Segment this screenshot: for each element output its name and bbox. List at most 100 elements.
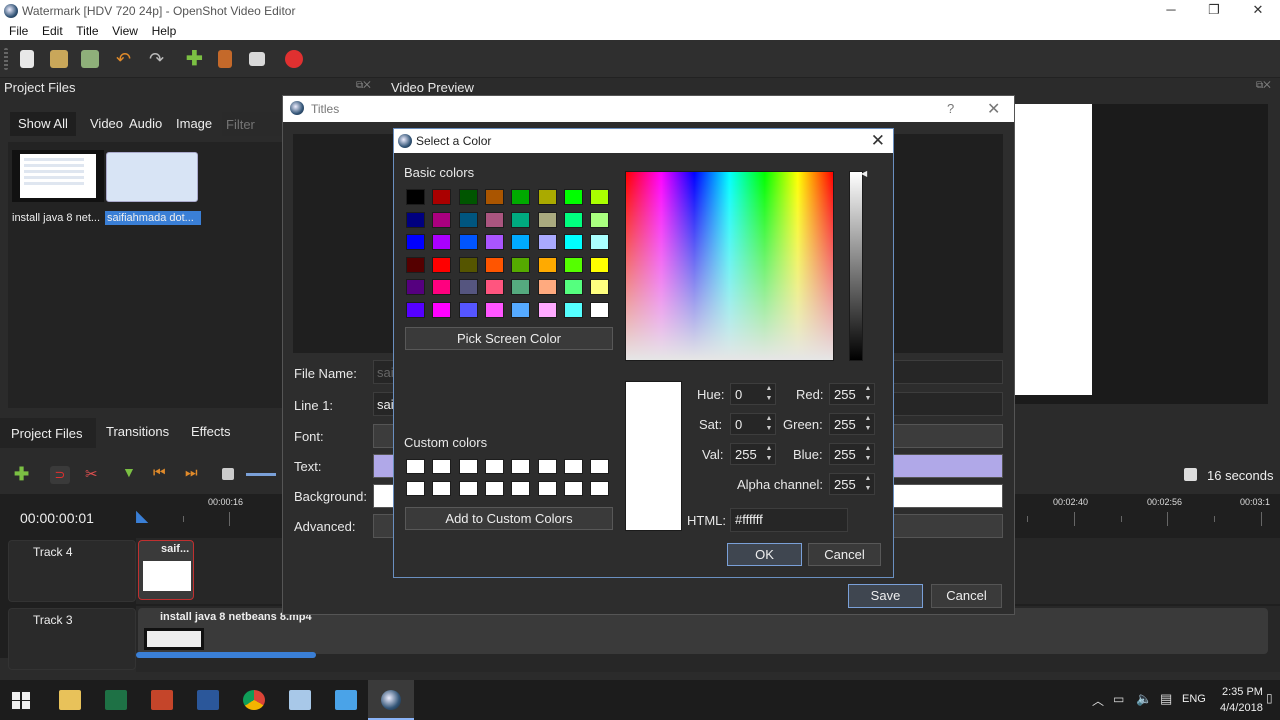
add-custom-colors-button[interactable]: Add to Custom Colors — [405, 507, 613, 530]
menu-file[interactable]: File — [0, 22, 33, 38]
basic-color-swatch[interactable] — [484, 302, 504, 318]
basic-color-swatch[interactable] — [432, 256, 452, 273]
basic-color-swatch[interactable] — [590, 302, 610, 318]
basic-color-swatch[interactable] — [406, 302, 425, 318]
basic-color-swatch[interactable] — [406, 189, 425, 205]
basic-color-swatch[interactable] — [458, 234, 478, 251]
basic-color-swatch[interactable] — [537, 234, 557, 251]
menu-title[interactable]: Title — [71, 22, 103, 38]
basic-color-swatch[interactable] — [511, 189, 531, 205]
filter-audio[interactable]: Audio — [121, 112, 170, 136]
track-header[interactable]: Track 4 — [8, 540, 136, 602]
volume-icon[interactable]: 🔈 — [1136, 691, 1152, 707]
excel-icon[interactable] — [105, 690, 127, 710]
basic-color-swatch[interactable] — [511, 234, 531, 251]
close-titles-button[interactable]: ✕ — [987, 99, 1000, 119]
basic-color-swatch[interactable] — [511, 302, 531, 318]
choose-profile-icon[interactable] — [218, 50, 232, 68]
notification-icon[interactable]: ▯ — [1266, 691, 1273, 705]
preview-float-icon[interactable]: ⧉✕ — [1256, 80, 1271, 91]
basic-color-swatch[interactable] — [590, 189, 610, 205]
blue-spinbox[interactable]: 255 ▲ ▼ — [829, 443, 875, 465]
red-spinbox[interactable]: 255 ▲ ▼ — [829, 383, 875, 405]
basic-color-swatch[interactable] — [484, 234, 504, 251]
basic-color-swatch[interactable] — [511, 211, 531, 228]
custom-color-swatch[interactable] — [511, 459, 531, 474]
custom-color-swatch[interactable] — [537, 481, 557, 496]
file-label-image[interactable]: saifiahmada dot... — [105, 211, 201, 225]
basic-color-swatch[interactable] — [432, 211, 452, 228]
panel-float-icon[interactable]: ⧉✕ — [356, 80, 371, 91]
custom-color-swatch[interactable] — [458, 481, 478, 496]
openshot-taskbar-button[interactable] — [368, 680, 414, 720]
filter-image[interactable]: Image — [168, 112, 220, 136]
filter-input[interactable] — [222, 112, 282, 136]
file-thumbnail-video[interactable] — [12, 150, 104, 202]
basic-color-swatch[interactable] — [563, 256, 583, 273]
basic-color-swatch[interactable] — [458, 211, 478, 228]
close-window-button[interactable]: ✕ — [1243, 2, 1273, 20]
file-explorer-icon[interactable] — [59, 690, 81, 710]
undo-icon[interactable]: ↶ — [116, 50, 134, 68]
zoom-slider[interactable] — [246, 473, 276, 476]
basic-color-swatch[interactable] — [537, 302, 557, 318]
tab-transitions[interactable]: Transitions — [106, 424, 169, 439]
custom-color-swatch[interactable] — [432, 481, 452, 496]
powerpoint-icon[interactable] — [151, 690, 173, 710]
basic-color-swatch[interactable] — [537, 256, 557, 273]
color-cancel-button[interactable]: Cancel — [808, 543, 881, 566]
fullscreen-icon[interactable] — [249, 52, 265, 66]
hue-spinbox[interactable]: 0 ▲ ▼ — [730, 383, 776, 405]
snap-icon[interactable]: ⊃ — [50, 466, 70, 484]
green-spinbox[interactable]: 255 ▲ ▼ — [829, 413, 875, 435]
import-files-icon[interactable]: ✚ — [186, 49, 204, 69]
close-color-dialog-button[interactable]: ✕ — [871, 131, 885, 151]
next-marker-icon[interactable]: ⏭ — [185, 464, 198, 481]
custom-color-swatch[interactable] — [563, 481, 583, 496]
export-video-icon[interactable] — [285, 50, 303, 68]
basic-color-swatch[interactable] — [406, 211, 425, 228]
custom-color-swatch[interactable] — [432, 459, 452, 474]
basic-color-swatch[interactable] — [458, 302, 478, 318]
basic-color-swatch[interactable] — [563, 302, 583, 318]
app-icon[interactable] — [289, 690, 311, 710]
basic-color-swatch[interactable] — [458, 256, 478, 273]
basic-color-swatch[interactable] — [458, 279, 478, 296]
basic-color-swatch[interactable] — [590, 279, 610, 296]
file-thumbnail-image[interactable] — [106, 152, 198, 202]
basic-color-swatch[interactable] — [563, 211, 583, 228]
basic-color-swatch[interactable] — [511, 256, 531, 273]
timeline-clip[interactable]: saif... — [138, 540, 194, 600]
basic-color-swatch[interactable] — [432, 234, 452, 251]
pick-screen-color-button[interactable]: Pick Screen Color — [405, 327, 613, 350]
menu-edit[interactable]: Edit — [37, 22, 68, 38]
playhead-icon[interactable]: ◣ — [136, 506, 148, 526]
basic-color-swatch[interactable] — [406, 234, 425, 251]
clock-time[interactable]: 2:35 PM — [1222, 686, 1263, 698]
add-track-icon[interactable]: ✚ — [14, 464, 29, 485]
previous-marker-icon[interactable]: ⏮ — [153, 464, 166, 481]
titles-cancel-button[interactable]: Cancel — [931, 584, 1002, 608]
basic-color-swatch[interactable] — [484, 211, 504, 228]
basic-color-swatch[interactable] — [432, 279, 452, 296]
basic-color-swatch[interactable] — [406, 279, 425, 296]
chrome-icon[interactable] — [243, 690, 265, 710]
clock-date[interactable]: 4/4/2018 — [1220, 702, 1263, 714]
new-project-icon[interactable] — [20, 50, 34, 68]
basic-color-swatch[interactable] — [511, 279, 531, 296]
basic-color-swatch[interactable] — [563, 279, 583, 296]
basic-color-swatch[interactable] — [590, 234, 610, 251]
add-marker-icon[interactable]: ▼ — [122, 464, 136, 480]
custom-color-swatch[interactable] — [511, 481, 531, 496]
custom-color-swatch[interactable] — [484, 459, 504, 474]
track-header[interactable]: Track 3 — [8, 608, 136, 670]
tray-chevron-icon[interactable]: ︿ — [1092, 692, 1104, 709]
razor-icon[interactable]: ✂ — [85, 465, 98, 483]
basic-color-swatch[interactable] — [537, 279, 557, 296]
filter-show-all[interactable]: Show All — [10, 112, 76, 136]
basic-color-swatch[interactable] — [590, 256, 610, 273]
save-project-icon[interactable] — [81, 50, 99, 68]
basic-color-swatch[interactable] — [563, 189, 583, 205]
timeline-scrollbar[interactable] — [136, 652, 316, 658]
ok-button[interactable]: OK — [727, 543, 802, 566]
